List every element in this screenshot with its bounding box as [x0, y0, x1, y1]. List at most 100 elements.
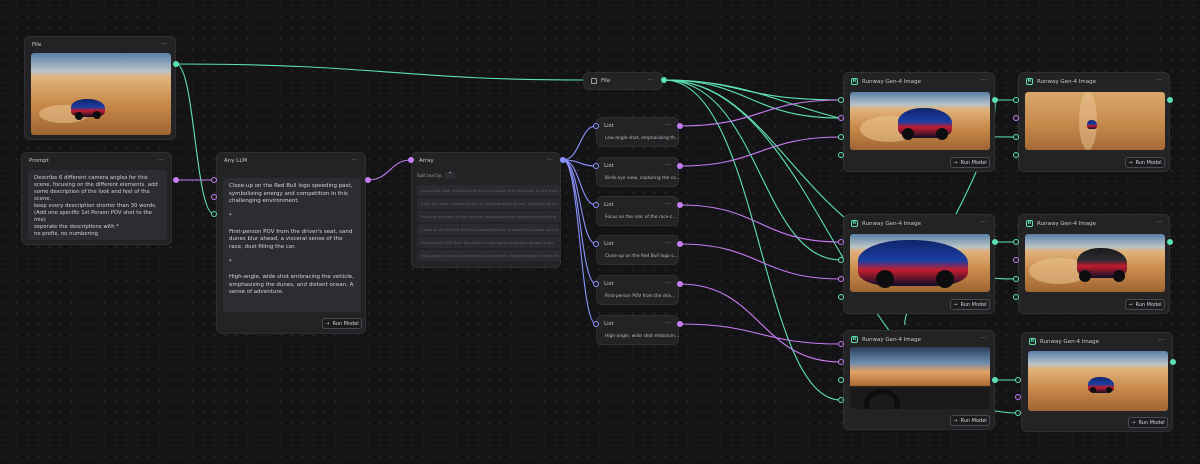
- wire-array-list4: [562, 159, 597, 245]
- runway-image-input-port[interactable]: [1013, 239, 1019, 245]
- runway-prompt-input-port[interactable]: [1013, 115, 1019, 121]
- llm-system-input-port[interactable]: [211, 194, 217, 200]
- runway-output-port[interactable]: [992, 239, 998, 245]
- file-node[interactable]: File ···: [24, 36, 176, 140]
- list-output-port[interactable]: [677, 281, 683, 287]
- llm-node[interactable]: Any LLM ··· Close-up on the Red Bull log…: [216, 152, 366, 334]
- runway-node[interactable]: R Runway Gen-4 Image ··· → Run Model: [1021, 332, 1173, 432]
- list-input-port[interactable]: [593, 202, 599, 208]
- list-node[interactable]: List ··· Low-angle shot, emphasizing th.…: [596, 117, 679, 147]
- node-menu-button[interactable]: ···: [980, 218, 987, 226]
- node-menu-button[interactable]: ···: [161, 40, 168, 48]
- run-model-label: Run Model: [960, 159, 987, 166]
- runway-image-input-port[interactable]: [1013, 134, 1019, 140]
- prompt-text-field[interactable]: Describe 6 different camera angles for t…: [28, 170, 167, 240]
- node-menu-button[interactable]: ···: [664, 239, 671, 247]
- node-menu-button[interactable]: ···: [664, 319, 671, 327]
- runway-image-input-port[interactable]: [1013, 97, 1019, 103]
- runway-output-port[interactable]: [992, 377, 998, 383]
- run-model-button[interactable]: → Run Model: [1125, 299, 1165, 310]
- list-input-port[interactable]: [593, 281, 599, 287]
- node-menu-button[interactable]: ···: [157, 156, 164, 164]
- runway-prompt-input-port[interactable]: [838, 115, 844, 121]
- runway-image-input-port[interactable]: [1013, 152, 1019, 158]
- run-model-button[interactable]: → Run Model: [950, 415, 990, 426]
- node-menu-button[interactable]: ···: [664, 121, 671, 129]
- llm-output-port[interactable]: [365, 177, 371, 183]
- run-model-button[interactable]: → Run Model: [1128, 417, 1168, 428]
- node-menu-button[interactable]: ···: [980, 334, 987, 342]
- runway-logo-icon: R: [1029, 338, 1036, 345]
- file-output-port[interactable]: [661, 77, 667, 83]
- file-output-port[interactable]: [173, 61, 179, 67]
- runway-image-input-port[interactable]: [838, 152, 844, 158]
- node-menu-button[interactable]: ···: [664, 200, 671, 208]
- node-menu-button[interactable]: ···: [664, 161, 671, 169]
- runway-output-port[interactable]: [1167, 97, 1173, 103]
- runway-prompt-input-port[interactable]: [838, 341, 844, 347]
- runway-image-input-port[interactable]: [838, 97, 844, 103]
- runway-node[interactable]: R Runway Gen-4 Image ··· → Run Model: [1018, 214, 1170, 314]
- list-node[interactable]: List ··· Focus on the rear of the race c…: [596, 196, 679, 226]
- list-node[interactable]: List ··· High-angle, wide shot embracin.…: [596, 315, 679, 345]
- list-node[interactable]: List ··· First-person POV from the driv.…: [596, 275, 679, 305]
- runway-node[interactable]: R Runway Gen-4 Image ··· → Run Model: [843, 214, 995, 314]
- runway-image-input-port[interactable]: [1013, 294, 1019, 300]
- runway-output-port[interactable]: [1170, 359, 1176, 365]
- runway-node[interactable]: R Runway Gen-4 Image ··· → Run Model: [1018, 72, 1170, 172]
- array-output-port[interactable]: [560, 157, 566, 163]
- list-output-port[interactable]: [677, 241, 683, 247]
- array-node[interactable]: Array ··· Split text by: * Low-angle sho…: [411, 152, 561, 268]
- runway-image-input-port[interactable]: [838, 397, 844, 403]
- node-menu-button[interactable]: ···: [1158, 336, 1165, 344]
- list-input-port[interactable]: [593, 123, 599, 129]
- runway-prompt-input-port[interactable]: [838, 239, 844, 245]
- list-output-port[interactable]: [677, 163, 683, 169]
- runway-prompt-input-port[interactable]: [1015, 394, 1021, 400]
- runway-output-port[interactable]: [992, 97, 998, 103]
- list-input-port[interactable]: [593, 321, 599, 327]
- node-menu-button[interactable]: ···: [1155, 218, 1162, 226]
- run-model-button[interactable]: → Run Model: [322, 318, 362, 329]
- array-input-port[interactable]: [408, 157, 414, 163]
- prompt-node[interactable]: Prompt ··· Describe 6 different camera a…: [21, 152, 172, 245]
- list-output-port[interactable]: [677, 321, 683, 327]
- node-menu-button[interactable]: ···: [664, 279, 671, 287]
- wire-file2-rw2: [663, 79, 842, 261]
- runway-prompt-input-port[interactable]: [1013, 257, 1019, 263]
- node-menu-button[interactable]: ···: [351, 156, 358, 164]
- wire-file1-to-llm: [175, 63, 215, 215]
- llm-prompt-input-port[interactable]: [211, 177, 217, 183]
- node-menu-button[interactable]: ···: [546, 156, 553, 164]
- llm-output-text: Close-up on the Red Bull logo speeding p…: [223, 178, 361, 312]
- node-menu-button[interactable]: ···: [647, 76, 654, 84]
- run-model-button[interactable]: → Run Model: [1125, 157, 1165, 168]
- runway-image-input-port[interactable]: [1015, 377, 1021, 383]
- runway-node[interactable]: R Runway Gen-4 Image ··· → Run Model: [843, 72, 995, 172]
- runway-image-input-port[interactable]: [838, 257, 844, 263]
- runway-prompt-input-port[interactable]: [838, 359, 844, 365]
- split-delimiter-input[interactable]: *: [445, 172, 455, 179]
- list-node[interactable]: List ··· Close-up on the Red Bull logo s…: [596, 235, 679, 265]
- node-title-text: Runway Gen-4 Image: [1037, 78, 1097, 85]
- prompt-output-port[interactable]: [173, 177, 179, 183]
- list-output-port[interactable]: [677, 202, 683, 208]
- runway-image-input-port[interactable]: [838, 134, 844, 140]
- list-input-port[interactable]: [593, 241, 599, 247]
- runway-image-input-port[interactable]: [838, 377, 844, 383]
- runway-output-port[interactable]: [1167, 239, 1173, 245]
- list-node[interactable]: List ··· Birds eye view, capturing the c…: [596, 157, 680, 187]
- runway-image-input-port[interactable]: [1015, 410, 1021, 416]
- node-menu-button[interactable]: ···: [1155, 76, 1162, 84]
- llm-image-input-port[interactable]: [211, 211, 217, 217]
- file-node[interactable]: File ···: [583, 72, 663, 90]
- runway-image-input-port[interactable]: [1013, 276, 1019, 282]
- runway-node[interactable]: R Runway Gen-4 Image ··· → Run Model: [843, 330, 995, 430]
- list-output-port[interactable]: [677, 123, 683, 129]
- run-model-button[interactable]: → Run Model: [950, 299, 990, 310]
- runway-image-input-port[interactable]: [838, 294, 844, 300]
- node-menu-button[interactable]: ···: [980, 76, 987, 84]
- runway-prompt-input-port[interactable]: [838, 276, 844, 282]
- list-input-port[interactable]: [593, 163, 599, 169]
- run-model-button[interactable]: → Run Model: [950, 157, 990, 168]
